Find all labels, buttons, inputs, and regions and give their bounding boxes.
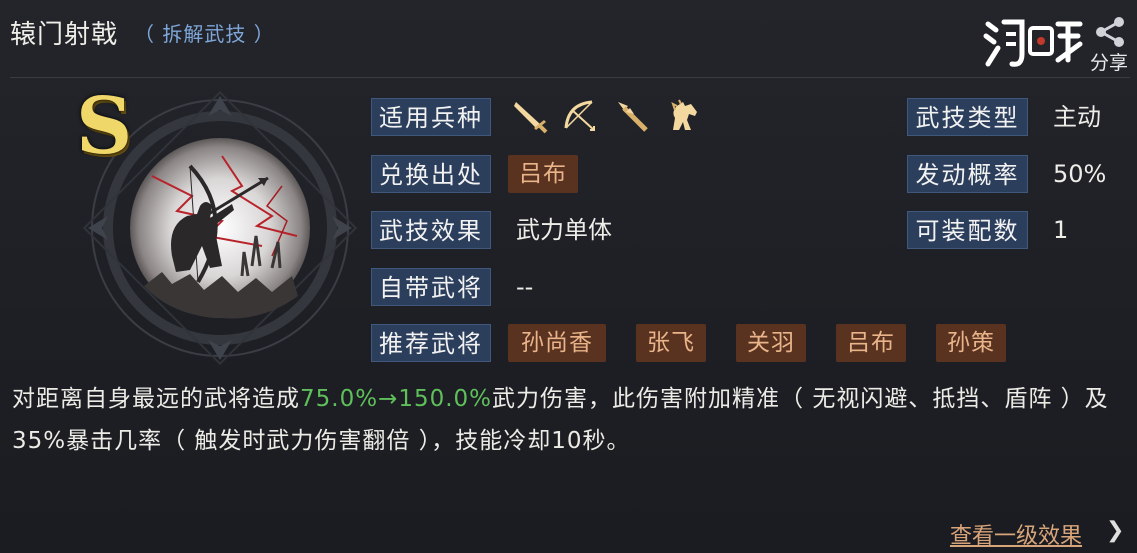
skill-title: 辕门射戟	[10, 20, 119, 50]
brand-logo	[983, 19, 1083, 67]
label-effect: 武技效果	[371, 211, 491, 249]
skill-grade-badge: S	[76, 81, 133, 172]
equip-count-value: 1	[1053, 216, 1069, 244]
trigger-rate-value: 50%	[1053, 160, 1107, 188]
view-level-one-effect-link[interactable]: 查看一级效果	[950, 518, 1082, 550]
label-skill-type: 武技类型	[907, 98, 1028, 136]
label-own-general: 自带武将	[371, 268, 491, 306]
damage-range-highlight: 75.0%→150.0%	[300, 386, 493, 412]
source-general-tag[interactable]: 吕布	[508, 155, 578, 193]
label-equip-count: 可装配数	[907, 211, 1028, 249]
description-text: 对距离自身最远的武将造成	[12, 386, 300, 412]
skill-category: （ 拆解武技 ）	[134, 22, 275, 46]
header-divider	[10, 77, 1130, 78]
horse-icon	[671, 99, 697, 130]
recommended-general-tag[interactable]: 吕布	[836, 324, 906, 362]
own-general-value: --	[516, 273, 534, 301]
label-troop-type: 适用兵种	[371, 98, 491, 136]
recommended-general-tag[interactable]: 孙策	[936, 324, 1006, 362]
spear-icon	[618, 102, 648, 132]
share-button-label[interactable]: 分享	[1090, 48, 1128, 75]
recommended-general-tag[interactable]: 张飞	[636, 324, 706, 362]
bow-icon	[564, 100, 595, 131]
recommended-general-tag[interactable]: 关羽	[736, 324, 806, 362]
recommended-general-tag[interactable]: 孙尚香	[508, 324, 606, 362]
label-source: 兑换出处	[371, 155, 491, 193]
share-icon[interactable]	[1093, 16, 1127, 48]
skill-description: 对距离自身最远的武将造成75.0%→150.0%武力伤害，此伤害附加精准（ 无视…	[12, 378, 1124, 462]
sword-icon	[514, 102, 548, 134]
skill-type-value: 主动	[1053, 103, 1101, 131]
chevron-right-icon[interactable]: ❯	[1106, 518, 1124, 543]
label-recommended: 推荐武将	[371, 324, 491, 362]
effect-value: 武力单体	[516, 216, 612, 244]
label-trigger-rate: 发动概率	[907, 155, 1028, 193]
